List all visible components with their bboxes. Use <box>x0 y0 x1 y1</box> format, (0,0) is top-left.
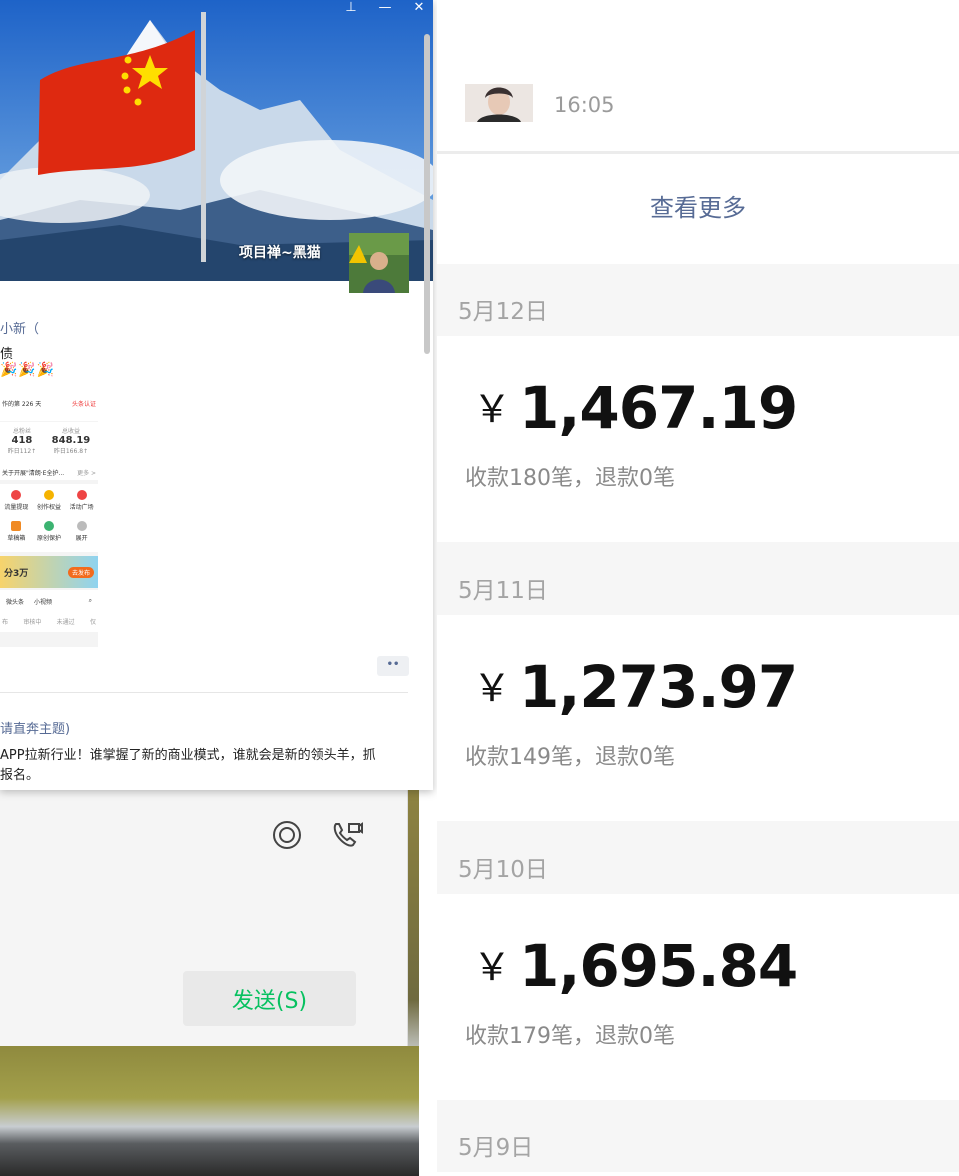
day-label: 5月12日 <box>458 299 548 325</box>
shot-grid-4: 原创保护 <box>36 535 61 542</box>
shot-grid-2: 活动广场 <box>69 504 94 511</box>
shot-notice-more: 更多 > <box>77 470 96 477</box>
post-text: 债 <box>0 347 14 362</box>
payment-records-panel: 16:05 查看更多 5月12日 ￥ 1,467.19 收款180笔，退款0笔 5… <box>437 0 959 1176</box>
currency-symbol: ￥ <box>473 387 512 431</box>
payment-amount: ￥ 1,273.97 <box>473 653 798 721</box>
payment-amount: ￥ 1,467.19 <box>473 374 798 442</box>
day-label: 5月9日 <box>458 1135 534 1161</box>
pin-icon[interactable]: ⊥ <box>343 0 359 15</box>
shot-grid-1: 创作权益 <box>36 504 61 511</box>
cover-user-name: 项目禅~黑猫 <box>239 245 321 261</box>
shot-tab-0: 微头条 <box>6 599 25 606</box>
message-header <box>437 0 959 152</box>
live-icon[interactable] <box>270 818 304 852</box>
send-button[interactable]: 发送(S) <box>183 971 356 1026</box>
close-icon[interactable]: ✕ <box>411 0 427 15</box>
moments-window: ⊥ — ✕ 项目禅~黑猫 小新（ 债 🎉🎉🎉 作的第 226 天 头条认证 总粉… <box>0 0 433 790</box>
currency-symbol: ￥ <box>473 945 512 989</box>
shot-filter-2: 未通过 <box>56 619 75 626</box>
shot-header-left: 作的第 226 天 <box>2 401 42 408</box>
payment-card[interactable]: ￥ 1,695.84 收款179笔，退款0笔 <box>437 894 959 1100</box>
payment-card[interactable] <box>437 1172 959 1176</box>
shot-grid-5: 展开 <box>75 535 88 542</box>
day-label: 5月10日 <box>458 857 548 883</box>
shot-tab-1: 小视频 <box>34 599 53 606</box>
message-time: 16:05 <box>554 93 615 117</box>
shot-filter-1: 审核中 <box>23 619 42 626</box>
avatar[interactable] <box>349 233 409 293</box>
shot-filter-3: 仅 <box>89 619 96 626</box>
post2-text-line1: APP拉新行业！谁掌握了新的商业模式，谁就会是新的领头羊，抓 <box>0 748 376 763</box>
shot-stat2-label: 总收益 <box>61 428 80 435</box>
view-more-link[interactable]: 查看更多 <box>437 154 959 264</box>
day-label: 5月11日 <box>458 578 548 604</box>
post-divider <box>0 692 408 693</box>
shot-stat1-label: 总粉丝 <box>12 428 31 435</box>
amount-value: 1,273.97 <box>519 653 798 721</box>
amount-value: 1,695.84 <box>519 932 798 1000</box>
shot-stat2: 848.19 <box>51 435 91 446</box>
shot-stat1-sub: 昨日112↑ <box>7 448 37 455</box>
shot-search-icon: ⌕ <box>88 597 92 604</box>
shot-stat2-sub: 昨日166.8↑ <box>53 448 89 455</box>
post-image[interactable]: 作的第 226 天 头条认证 总粉丝 418 昨日112↑ 总收益 848.19 昨日1… <box>0 389 98 647</box>
shot-banner: 分3万 <box>4 568 29 579</box>
post2-author-name[interactable]: 请直奔主题) <box>0 718 70 737</box>
minimize-icon[interactable]: — <box>377 0 393 15</box>
payment-amount: ￥ 1,695.84 <box>473 932 798 1000</box>
chat-toolbar <box>270 818 364 852</box>
avatar[interactable] <box>465 84 533 122</box>
shot-notice: 关于开展"清朗·E全护... <box>2 470 65 477</box>
payment-summary: 收款180笔，退款0笔 <box>465 466 675 491</box>
shot-banner-button: 去发布 <box>67 566 94 578</box>
moments-scrollbar[interactable] <box>424 34 430 354</box>
shot-filter-0: 布 <box>2 619 9 626</box>
payment-card[interactable]: ￥ 1,273.97 收款149笔，退款0笔 <box>437 615 959 821</box>
payment-summary: 收款179笔，退款0笔 <box>465 1024 675 1049</box>
desktop-wallpaper-strip <box>0 1046 419 1176</box>
shot-header-right: 头条认证 <box>71 401 96 408</box>
currency-symbol: ￥ <box>473 666 512 710</box>
shot-stat1: 418 <box>11 435 33 446</box>
window-controls: ⊥ — ✕ <box>343 0 427 15</box>
more-options-button[interactable]: •• <box>377 656 409 676</box>
video-call-icon[interactable] <box>330 818 364 852</box>
amount-value: 1,467.19 <box>519 374 798 442</box>
shot-grid-0: 流量提现 <box>4 504 29 511</box>
post-author-name[interactable]: 小新（ <box>0 318 39 337</box>
post2-text-line2: 报名。 <box>0 768 40 783</box>
payment-card[interactable]: ￥ 1,467.19 收款180笔，退款0笔 <box>437 336 959 542</box>
post-emojis: 🎉🎉🎉 <box>0 362 56 378</box>
shot-grid-3: 草稿箱 <box>7 535 26 542</box>
payment-summary: 收款149笔，退款0笔 <box>465 745 675 770</box>
